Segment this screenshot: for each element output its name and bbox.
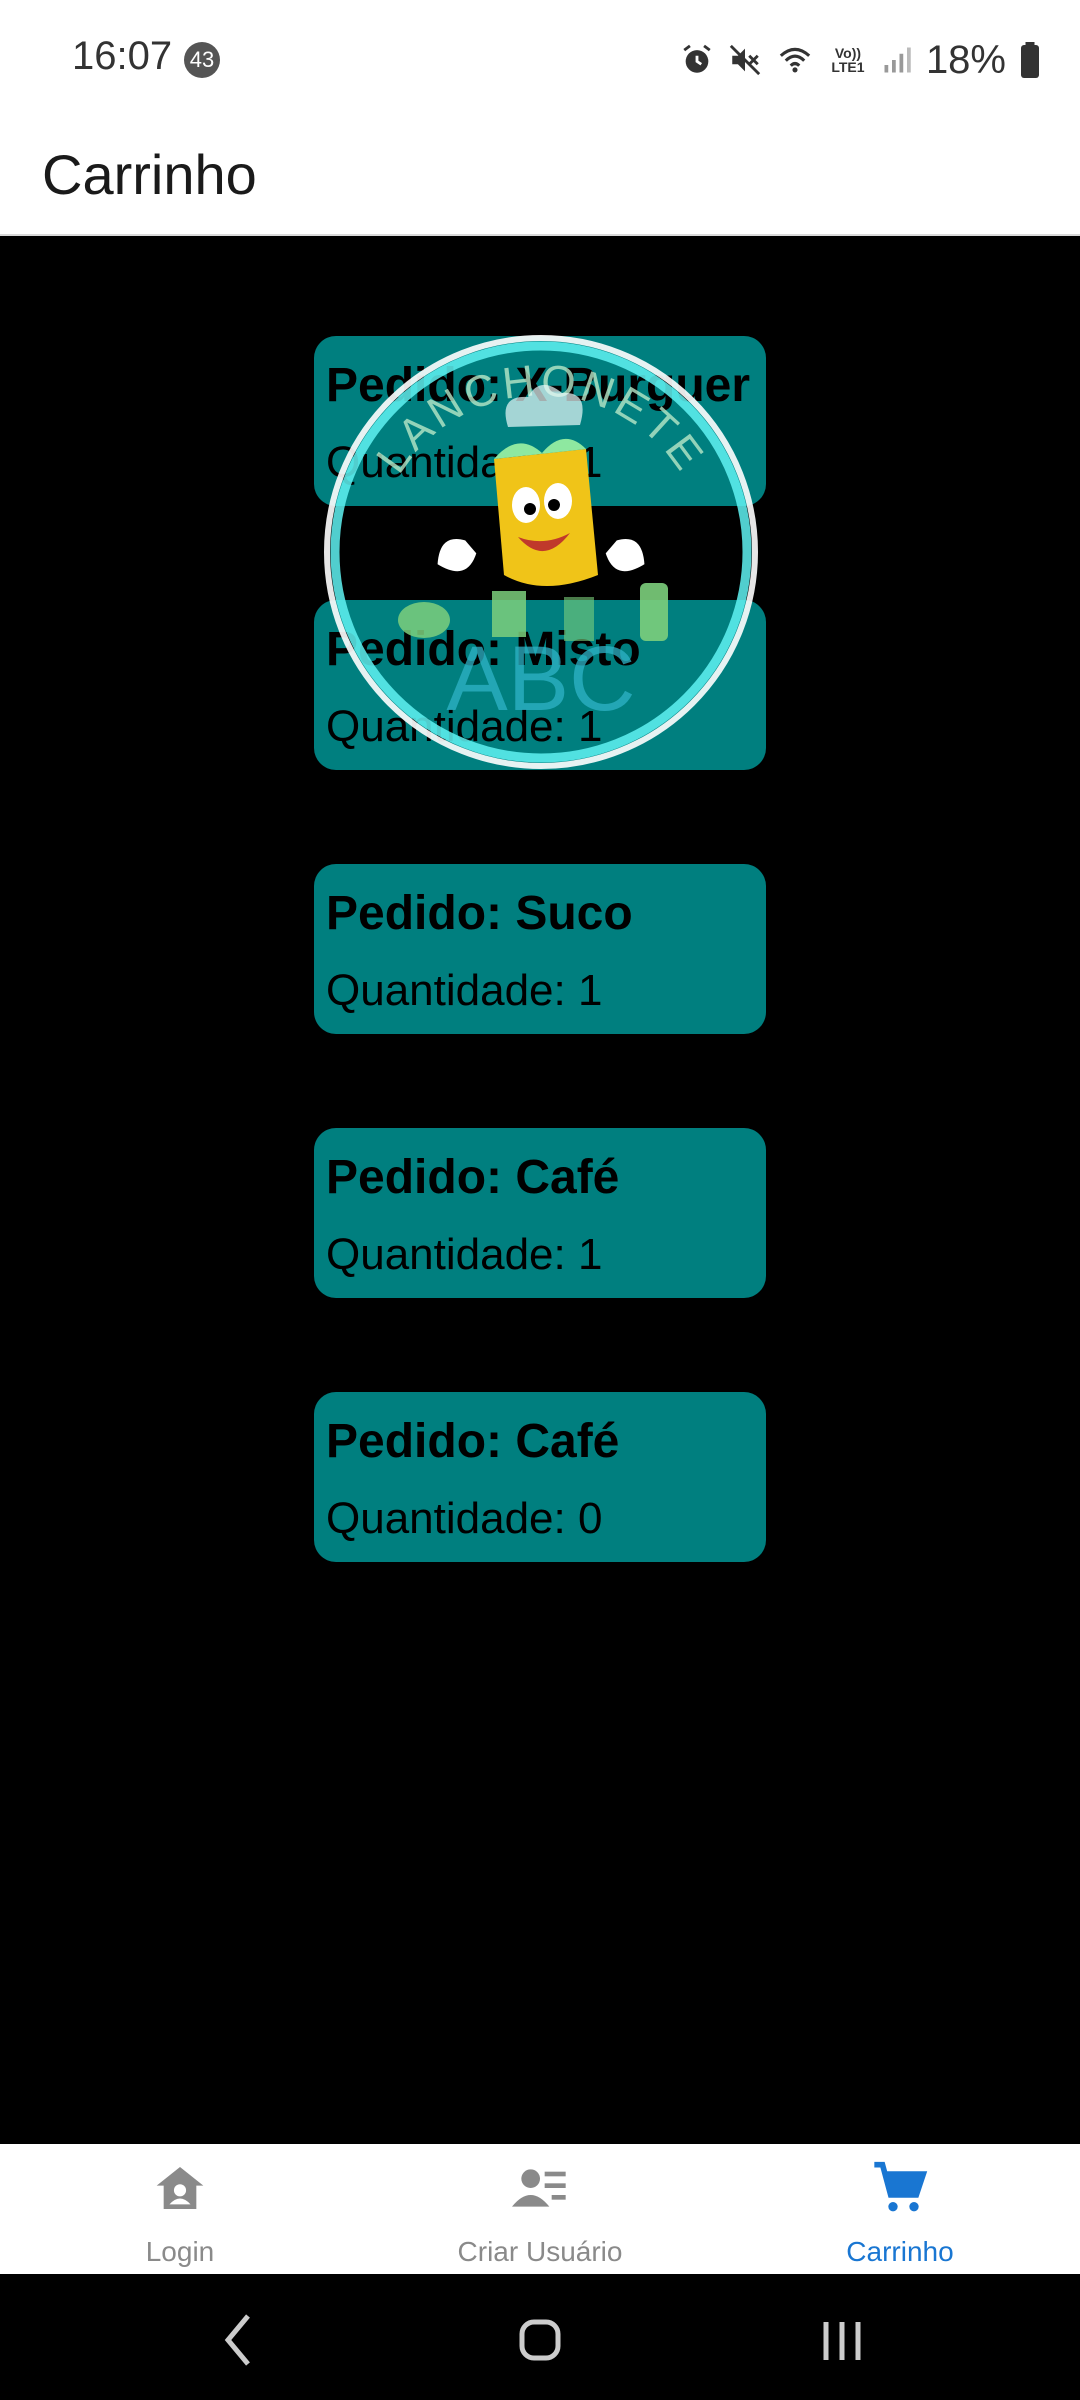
- system-nav-bar: [0, 2274, 1080, 2400]
- alarm-icon: [683, 44, 711, 73]
- tab-criar-usuario[interactable]: Criar Usuário: [360, 2144, 720, 2274]
- status-icons: Vo)) LTE1 18%: [680, 30, 1040, 90]
- order-title: Pedido: Misto: [326, 623, 641, 676]
- tab-label: Criar Usuário: [457, 2236, 623, 2267]
- order-card[interactable]: Pedido: Café Quantidade: 0: [314, 1392, 766, 1562]
- user-list-icon: [512, 2169, 566, 2207]
- order-quantity: Quantidade: 0: [326, 1494, 603, 1543]
- order-card[interactable]: Pedido: Suco Quantidade: 1: [314, 864, 766, 1034]
- order-card[interactable]: Pedido: Misto Quantidade: 1: [314, 600, 766, 770]
- wifi-icon: [779, 47, 811, 73]
- tab-label: Carrinho: [846, 2236, 954, 2267]
- tab-login[interactable]: Login: [0, 2144, 360, 2274]
- tab-label: Login: [145, 2236, 215, 2267]
- cart-list: Pedido: X-Burguer Quantidade: 1 Pedido: …: [0, 236, 1080, 2144]
- status-time: 16:07: [72, 34, 173, 78]
- mute-icon: [729, 44, 761, 76]
- order-quantity: Quantidade: 1: [326, 1230, 603, 1279]
- recents-icon[interactable]: [792, 2294, 892, 2384]
- order-card[interactable]: Pedido: Café Quantidade: 1: [314, 1128, 766, 1298]
- order-title: Pedido: Café: [326, 1415, 620, 1468]
- order-card[interactable]: Pedido: X-Burguer Quantidade: 1: [314, 336, 766, 506]
- order-quantity: Quantidade: 1: [326, 702, 603, 751]
- home-icon: [156, 2167, 204, 2209]
- tab-carrinho[interactable]: Carrinho: [720, 2144, 1080, 2274]
- order-quantity: Quantidade: 1: [326, 966, 603, 1015]
- page-title: Carrinho: [42, 143, 257, 206]
- home-button-icon[interactable]: [490, 2294, 590, 2384]
- order-title: Pedido: X-Burguer: [326, 359, 751, 412]
- back-icon[interactable]: [188, 2294, 288, 2384]
- order-title: Pedido: Café: [326, 1151, 620, 1204]
- order-title: Pedido: Suco: [326, 887, 633, 940]
- notification-count-badge: 43: [184, 42, 220, 78]
- status-bar: 16:07 43 Vo)) LTE1 18%: [0, 0, 1080, 118]
- bottom-tab-bar: Login Criar Usuário Carrinho: [0, 2144, 1080, 2274]
- order-quantity: Quantidade: 1: [326, 438, 603, 487]
- app-header: Carrinho: [0, 118, 1080, 236]
- battery-icon: [1021, 42, 1039, 78]
- cart-icon: [874, 2161, 928, 2212]
- signal-icon: [884, 47, 911, 73]
- network-type-label: Vo)) LTE1: [831, 45, 865, 75]
- battery-percent: 18%: [925, 37, 1006, 82]
